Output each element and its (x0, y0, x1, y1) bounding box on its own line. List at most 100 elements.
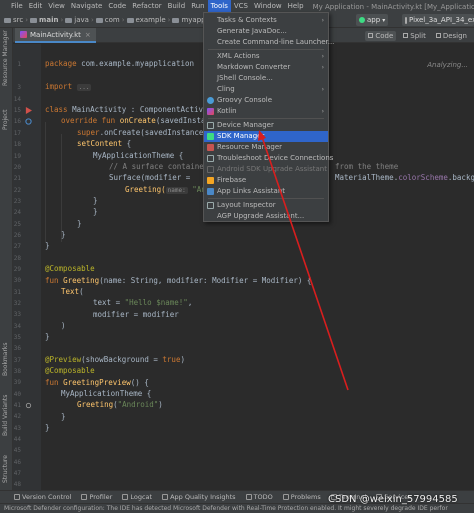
menu-edit[interactable]: Edit (26, 0, 46, 13)
menu-item-app-links-assistant[interactable]: App Links Assistant (204, 186, 328, 197)
code-token: text = (93, 298, 125, 307)
android-icon (359, 17, 365, 23)
breadcrumb-com[interactable]: com (105, 16, 120, 24)
firebase-icon (207, 177, 214, 184)
csdn-watermark: CSDN @weixin_57994585 (328, 494, 458, 505)
menu-build[interactable]: Build (165, 0, 189, 13)
menu-item-label: App Links Assistant (217, 187, 285, 195)
tool-tab-logcat[interactable]: Logcat (122, 493, 152, 501)
device-select[interactable]: Pixel_3a_API_34_extension_level_7_x86_64 (402, 14, 474, 26)
tool-tab-label: Problems (290, 493, 321, 501)
tab-label: MainActivity.kt (30, 30, 81, 39)
split-view-button[interactable]: Split (400, 31, 429, 41)
breadcrumb-java[interactable]: java (74, 16, 89, 24)
tools-menu-dropdown: Tasks & Contexts › Generate JavaDoc... Cr… (203, 12, 334, 222)
build-variants-tool-tab[interactable]: Build Variants (2, 395, 9, 436)
line-number: 15 (13, 107, 21, 114)
menu-navigate[interactable]: Navigate (68, 0, 105, 13)
line-number: 36 (13, 345, 21, 352)
menu-item-tasks-contexts[interactable]: Tasks & Contexts › (204, 15, 328, 26)
menu-item-agp-upgrade-assistant[interactable]: AGP Upgrade Assistant... (204, 211, 328, 222)
code-line-30: fun Greeting(name: String, modifier: Mod… (45, 276, 311, 285)
code-token: com.example.myapplication (81, 59, 195, 68)
design-view-label: Design (442, 31, 467, 40)
code-token: ) (158, 400, 163, 409)
menu-item-label: Markdown Converter (217, 63, 291, 71)
folded-imports[interactable]: ... (76, 84, 92, 91)
code-view-button[interactable]: Code (365, 30, 397, 41)
tool-tab-problems[interactable]: Problems (282, 493, 321, 501)
override-gutter-icon[interactable] (25, 118, 32, 125)
menu-item-label: Android SDK Upgrade Assistant (217, 165, 327, 173)
breadcrumb-src[interactable]: src (13, 16, 23, 24)
code-line-16: override fun onCreate(savedInstanc (61, 116, 215, 125)
code-token: import (45, 82, 77, 91)
menu-item-layout-inspector[interactable]: Layout Inspector (204, 200, 328, 211)
line-number: 48 (13, 481, 21, 488)
code-token: Surface(modifier = (109, 173, 195, 182)
tool-tab-label: App Quality Insights (170, 493, 236, 501)
menu-item-markdown-converter[interactable]: Markdown Converter › (204, 62, 328, 73)
run-configuration-select[interactable]: app ▾ (356, 14, 389, 26)
menu-refactor[interactable]: Refactor (129, 0, 164, 13)
folder-icon (30, 17, 38, 23)
menu-item-device-manager[interactable]: Device Manager (204, 120, 328, 131)
code-line-22: Greeting(name: "An (125, 185, 206, 194)
split-view-icon (403, 33, 409, 38)
menu-item-xml-actions[interactable]: XML Actions › (204, 51, 328, 62)
menu-item-create-launcher[interactable]: Create Command-line Launcher... (204, 37, 334, 48)
folder-icon (95, 17, 103, 23)
app-quality-icon (162, 494, 169, 500)
code-view-icon (368, 33, 374, 38)
close-icon[interactable]: × (85, 31, 91, 39)
tool-tab-profiler[interactable]: Profiler (81, 493, 112, 501)
code-line-1: package com.example.myapplication (45, 59, 194, 68)
code-token: true (162, 355, 181, 364)
breadcrumb-example[interactable]: example (136, 16, 166, 24)
tool-tab-label: TODO (253, 493, 273, 501)
menu-item-label: XML Actions (217, 52, 260, 60)
line-number: 45 (13, 447, 21, 454)
resource-manager-tool-tab[interactable]: Resource Manager (2, 30, 9, 86)
tool-tab-app-quality-insights[interactable]: App Quality Insights (162, 493, 236, 501)
design-view-button[interactable]: Design (433, 31, 470, 41)
structure-tool-tab[interactable]: Structure (2, 455, 9, 483)
breadcrumb-main[interactable]: main (39, 16, 58, 24)
code-line-41: Greeting("Android") (77, 400, 163, 409)
menu-item-resource-manager[interactable]: Resource Manager (204, 142, 328, 153)
tool-tab-version-control[interactable]: Version Control (14, 493, 71, 501)
line-number: 25 (13, 221, 21, 228)
code-token: Greeting (77, 400, 114, 409)
run-gutter-icon[interactable] (25, 107, 32, 114)
resource-manager-icon (207, 144, 214, 151)
code-token: (name: String, modifier: Modifier = Modi… (99, 276, 312, 285)
project-tool-tab[interactable]: Project (2, 109, 9, 130)
menu-item-kotlin[interactable]: Kotlin › (204, 106, 328, 117)
menu-item-troubleshoot-device-connections[interactable]: Troubleshoot Device Connections (204, 153, 333, 164)
line-number: 33 (13, 311, 21, 318)
phone-icon (405, 16, 407, 24)
menu-item-groovy-console[interactable]: Groovy Console (204, 95, 328, 106)
menu-code[interactable]: Code (105, 0, 129, 13)
menu-view[interactable]: View (45, 0, 68, 13)
menu-item-sdk-manager[interactable]: SDK Manager (204, 131, 328, 142)
code-line-43: } (45, 423, 50, 432)
code-line-33: modifier = modifier (93, 310, 179, 319)
code-token: MainActivity : ComponentActivity (72, 105, 217, 114)
code-token: ( (79, 287, 84, 296)
menu-file[interactable]: File (8, 0, 26, 13)
code-line-34: ) (61, 321, 66, 330)
tab-mainactivity[interactable]: MainActivity.kt × (15, 28, 96, 43)
menu-item-cling[interactable]: Cling › (204, 84, 328, 95)
menu-item-generate-javadoc[interactable]: Generate JavaDoc... (204, 26, 328, 37)
menu-item-jshell-console[interactable]: JShell Console... (204, 73, 328, 84)
breadcrumb-separator: › (90, 16, 94, 24)
code-token: MyApplicationTheme { (61, 389, 152, 398)
tool-tab-todo[interactable]: TODO (245, 493, 273, 501)
bookmarks-tool-tab[interactable]: Bookmarks (2, 342, 9, 376)
code-token: super (77, 128, 100, 137)
tool-tab-label: Profiler (89, 493, 113, 501)
preview-gutter-icon[interactable] (25, 402, 32, 409)
menu-item-label: Layout Inspector (217, 201, 276, 209)
menu-item-firebase[interactable]: Firebase (204, 175, 328, 186)
